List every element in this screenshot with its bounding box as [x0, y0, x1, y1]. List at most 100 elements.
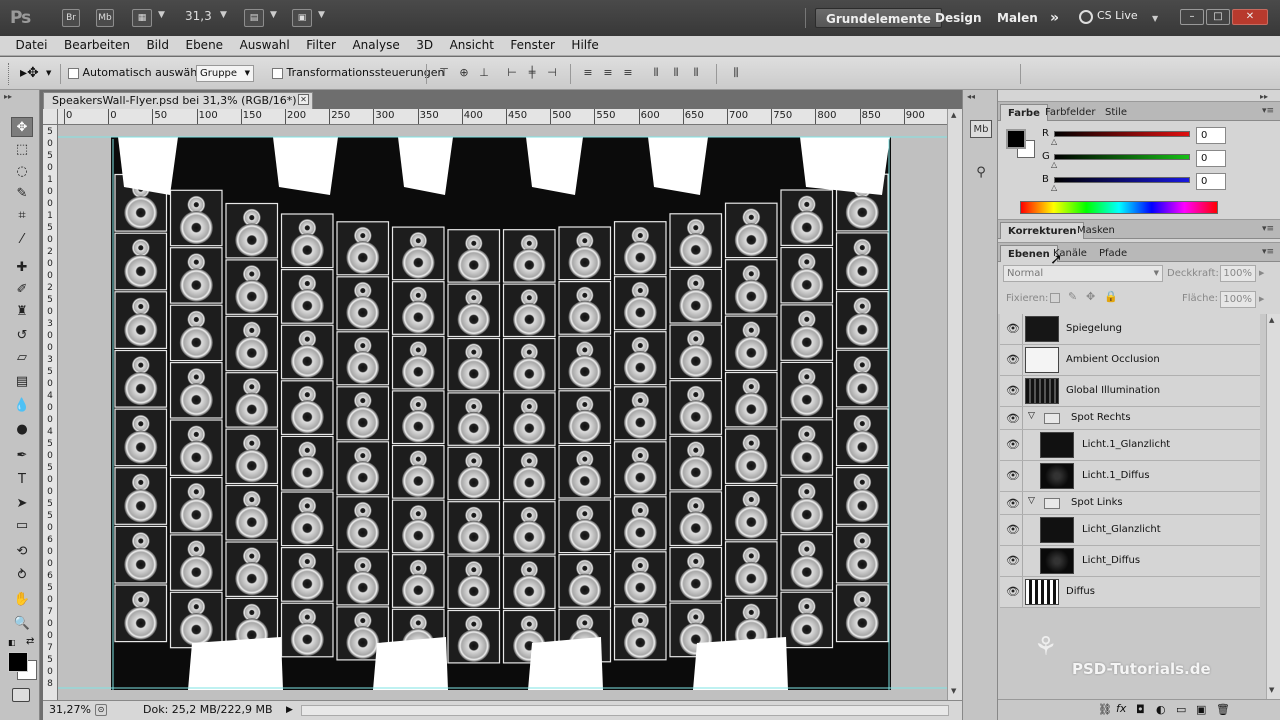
- lock-position-icon[interactable]: ✥: [1086, 290, 1095, 303]
- workspace-malen[interactable]: Malen: [987, 8, 1048, 28]
- new-group-icon[interactable]: ▭: [1176, 703, 1186, 716]
- auto-select-checkbox[interactable]: [68, 67, 79, 79]
- layer-global-illumination[interactable]: 👁 Global Illumination: [1000, 376, 1260, 407]
- tab-masken[interactable]: Masken: [1070, 222, 1122, 239]
- r-slider[interactable]: [1054, 131, 1190, 137]
- delete-layer-icon[interactable]: 🗑: [1216, 703, 1230, 716]
- scroll-up-icon[interactable]: ▲: [1269, 316, 1274, 324]
- layer-licht1-glanzlicht[interactable]: 👁 Licht.1_Glanzlicht: [1000, 430, 1260, 461]
- move-tool-preset-icon[interactable]: ▸✥: [20, 65, 39, 81]
- canvas-area[interactable]: [58, 125, 947, 700]
- layer-licht-diffus[interactable]: 👁 Licht_Diffus: [1000, 546, 1260, 577]
- collapse-tools-icon[interactable]: ▸▸: [4, 92, 12, 101]
- layer-ambient-occlusion[interactable]: 👁 Ambient Occlusion: [1000, 345, 1260, 376]
- crop-tool-icon[interactable]: ⌗: [11, 206, 33, 226]
- visibility-eye-icon[interactable]: 👁: [1006, 554, 1020, 567]
- new-layer-icon[interactable]: ▣: [1196, 703, 1206, 716]
- visibility-eye-icon[interactable]: 👁: [1006, 497, 1020, 510]
- menu-bearbeiten[interactable]: Bearbeiten: [58, 36, 137, 55]
- pen-tool-icon[interactable]: ✒: [11, 446, 33, 466]
- align-bottom-icon[interactable]: ⊥: [476, 66, 492, 80]
- menu-fenster[interactable]: Fenster: [504, 36, 562, 55]
- vertical-ruler[interactable]: 5 0 5 0 1 0 0 1 5 0 2 0 0 2 5 0 3 0 0 3 5 0 4 0 0 4 5 0 5 0 0 5 5 0 6 0 0 6 5 0…: [43, 125, 58, 700]
- menu-auswahl[interactable]: Auswahl: [234, 36, 297, 55]
- expand-group-icon[interactable]: ▽: [1028, 496, 1035, 506]
- tab-farbfelder[interactable]: Farbfelder: [1038, 104, 1102, 121]
- screen-mode-button[interactable]: ▣: [292, 9, 312, 27]
- layer-licht-glanzlicht[interactable]: 👁 Licht_Glanzlicht: [1000, 515, 1260, 546]
- more-workspaces-icon[interactable]: »: [1040, 8, 1069, 28]
- auto-select-dropdown[interactable]: Gruppe ▼: [196, 65, 254, 82]
- workspace-grundelemente[interactable]: Grundelemente: [815, 8, 942, 28]
- horizontal-scrollbar[interactable]: [301, 705, 949, 716]
- visibility-eye-icon[interactable]: 👁: [1006, 384, 1020, 397]
- group-spot-links[interactable]: 👁 ▽ Spot Links: [1000, 492, 1260, 515]
- collapse-panels-icon[interactable]: ▸▸: [1260, 92, 1268, 101]
- 3d-orbit-tool-icon[interactable]: ⥁: [11, 566, 33, 586]
- visibility-eye-icon[interactable]: 👁: [1006, 353, 1020, 366]
- cs-live-button[interactable]: CS Live: [1097, 9, 1138, 22]
- align-top-icon[interactable]: ⊤: [436, 66, 452, 80]
- color-spectrum-bar[interactable]: [1020, 201, 1218, 214]
- view-extras-button[interactable]: ▦: [132, 9, 152, 27]
- visibility-eye-icon[interactable]: 👁: [1006, 322, 1020, 335]
- swap-colors-icon[interactable]: ⇄: [26, 636, 34, 647]
- vertical-scrollbar[interactable]: ▲ ▼: [947, 109, 962, 700]
- close-button[interactable]: ✕: [1232, 9, 1268, 25]
- type-tool-icon[interactable]: T: [11, 470, 33, 490]
- visibility-eye-icon[interactable]: 👁: [1006, 585, 1020, 598]
- b-slider-handle-icon[interactable]: △: [1051, 183, 1057, 192]
- bridge-button[interactable]: Br: [62, 9, 80, 27]
- workspace-design[interactable]: Design: [925, 8, 992, 28]
- layers-scrollbar[interactable]: ▲ ▼: [1266, 314, 1280, 699]
- healing-brush-tool-icon[interactable]: ✚: [11, 258, 33, 278]
- brush-tool-icon[interactable]: ✐: [11, 280, 33, 300]
- menu-hilfe[interactable]: Hilfe: [565, 36, 605, 55]
- path-selection-tool-icon[interactable]: ➤: [11, 494, 33, 514]
- scroll-down-icon[interactable]: ▼: [1269, 686, 1274, 694]
- history-brush-tool-icon[interactable]: ↺: [11, 326, 33, 346]
- menu-analyse[interactable]: Analyse: [346, 36, 406, 55]
- quick-mask-icon[interactable]: [12, 688, 30, 702]
- tab-pfade[interactable]: Pfade: [1092, 245, 1134, 262]
- distribute-top-icon[interactable]: ≡: [580, 66, 596, 80]
- cs-live-dropdown-icon[interactable]: ▼: [1152, 14, 1158, 23]
- menu-3d[interactable]: 3D: [410, 36, 440, 55]
- move-tool-icon[interactable]: ✥: [11, 117, 33, 137]
- document-tab[interactable]: SpeakersWall-Flyer.psd bei 31,3% (RGB/16…: [43, 92, 313, 109]
- panel-menu-icon[interactable]: ▾≡: [1262, 247, 1274, 257]
- shape-tool-icon[interactable]: ▭: [11, 516, 33, 536]
- opacity-arrow-icon[interactable]: ▶: [1259, 269, 1264, 277]
- visibility-eye-icon[interactable]: 👁: [1006, 412, 1020, 425]
- align-right-icon[interactable]: ⊣: [544, 66, 560, 80]
- distribute-hcenter-icon[interactable]: ⫴: [668, 66, 684, 80]
- minimize-button[interactable]: –: [1180, 9, 1204, 25]
- distribute-vcenter-icon[interactable]: ≡: [600, 66, 616, 80]
- align-hcenter-icon[interactable]: ╪: [524, 66, 540, 80]
- foreground-color-swatch[interactable]: [1006, 129, 1026, 149]
- maximize-button[interactable]: □: [1206, 9, 1230, 25]
- scroll-up-icon[interactable]: ▲: [951, 111, 956, 119]
- g-slider-handle-icon[interactable]: △: [1051, 160, 1057, 169]
- layer-style-icon[interactable]: fx: [1116, 702, 1126, 715]
- zoom-tool-icon[interactable]: 🔍: [11, 614, 33, 634]
- lock-all-icon[interactable]: 🔒: [1104, 290, 1118, 303]
- r-slider-handle-icon[interactable]: △: [1051, 137, 1057, 146]
- 3d-rotate-tool-icon[interactable]: ⟲: [11, 542, 33, 562]
- horizontal-ruler[interactable]: 0 0 50 100 150 200 250 300 350 400 450 500 550 600 650…: [58, 109, 947, 125]
- lasso-tool-icon[interactable]: ◌: [11, 162, 33, 182]
- dodge-tool-icon[interactable]: ●: [11, 420, 33, 440]
- menu-datei[interactable]: Datei: [10, 36, 55, 55]
- g-slider[interactable]: [1054, 154, 1190, 160]
- quick-selection-tool-icon[interactable]: ✎: [11, 184, 33, 204]
- transform-controls-checkbox[interactable]: [272, 67, 283, 79]
- menu-ansicht[interactable]: Ansicht: [444, 36, 501, 55]
- link-layers-icon[interactable]: ⛓: [1098, 703, 1112, 716]
- r-value-field[interactable]: 0: [1196, 127, 1226, 144]
- opacity-field[interactable]: 100%: [1220, 265, 1256, 282]
- adjustment-layer-icon[interactable]: ◐: [1156, 703, 1166, 716]
- auto-align-icon[interactable]: ⫼: [728, 66, 744, 80]
- layer-licht1-diffus[interactable]: 👁 Licht.1_Diffus: [1000, 461, 1260, 492]
- menu-filter[interactable]: Filter: [300, 36, 343, 55]
- clone-source-panel-icon[interactable]: ⚲: [970, 164, 992, 182]
